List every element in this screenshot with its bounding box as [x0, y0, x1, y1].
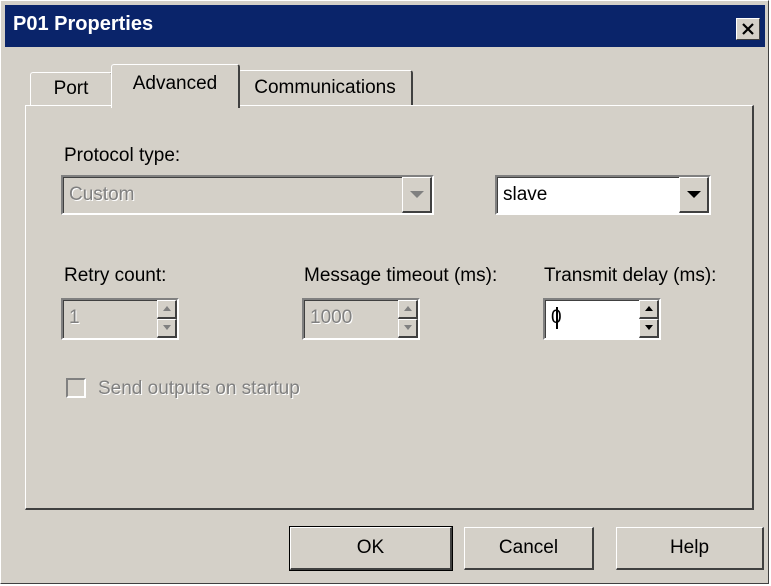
- help-button-label: Help: [669, 537, 710, 558]
- window-title: P01 Properties: [13, 13, 154, 35]
- tab-advanced-label: Advanced: [132, 73, 218, 94]
- close-icon: [742, 23, 754, 35]
- title-bar[interactable]: P01 Properties: [5, 5, 765, 47]
- help-button[interactable]: Help: [616, 527, 764, 570]
- properties-dialog: P01 Properties Port Advanced Communicati…: [0, 0, 769, 584]
- tab-communications[interactable]: Communications: [238, 70, 413, 106]
- tab-panel-advanced: [25, 105, 754, 510]
- ok-button[interactable]: OK: [289, 526, 453, 571]
- tab-port[interactable]: Port: [30, 72, 113, 106]
- cancel-button-label: Cancel: [498, 537, 559, 558]
- close-button[interactable]: [736, 18, 760, 40]
- tab-advanced[interactable]: Advanced: [111, 64, 240, 108]
- cancel-button[interactable]: Cancel: [464, 527, 594, 570]
- ok-button-label: OK: [356, 537, 385, 558]
- tab-communications-label: Communications: [254, 77, 396, 98]
- tab-port-label: Port: [53, 78, 89, 99]
